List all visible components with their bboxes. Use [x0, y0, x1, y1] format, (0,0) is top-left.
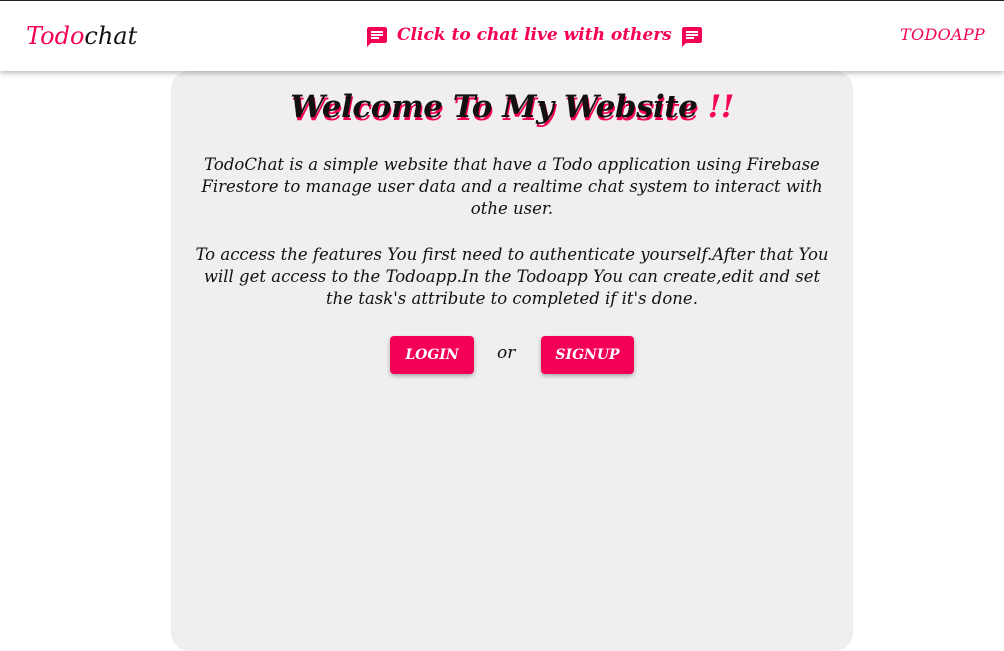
todoapp-nav-link[interactable]: TODOAPP [900, 25, 985, 44]
navbar: Todochat Click to chat live with others … [0, 1, 1004, 71]
chat-bubble-icon [680, 25, 704, 49]
welcome-card: Welcome To My Website !! TodoChat is a s… [171, 71, 853, 651]
page-title-text: Welcome To My Website [290, 89, 698, 125]
page-title: Welcome To My Website !! [171, 89, 853, 125]
brand-part-todo: Todo [26, 22, 85, 50]
brand-logo[interactable]: Todochat [26, 21, 137, 51]
or-separator: or [497, 343, 516, 363]
intro-paragraph: TodoChat is a simple website that have a… [201, 155, 823, 218]
signup-button[interactable]: SIGNUP [541, 336, 634, 374]
page-title-suffix: !! [707, 89, 735, 125]
access-paragraph: To access the features You first need to… [195, 245, 829, 308]
chat-link-label: Click to chat live with others [397, 25, 672, 45]
brand-part-chat: chat [84, 22, 138, 50]
chat-live-link[interactable]: Click to chat live with others [365, 21, 704, 49]
login-button[interactable]: LOGIN [390, 336, 474, 374]
chat-bubble-icon [365, 25, 389, 49]
